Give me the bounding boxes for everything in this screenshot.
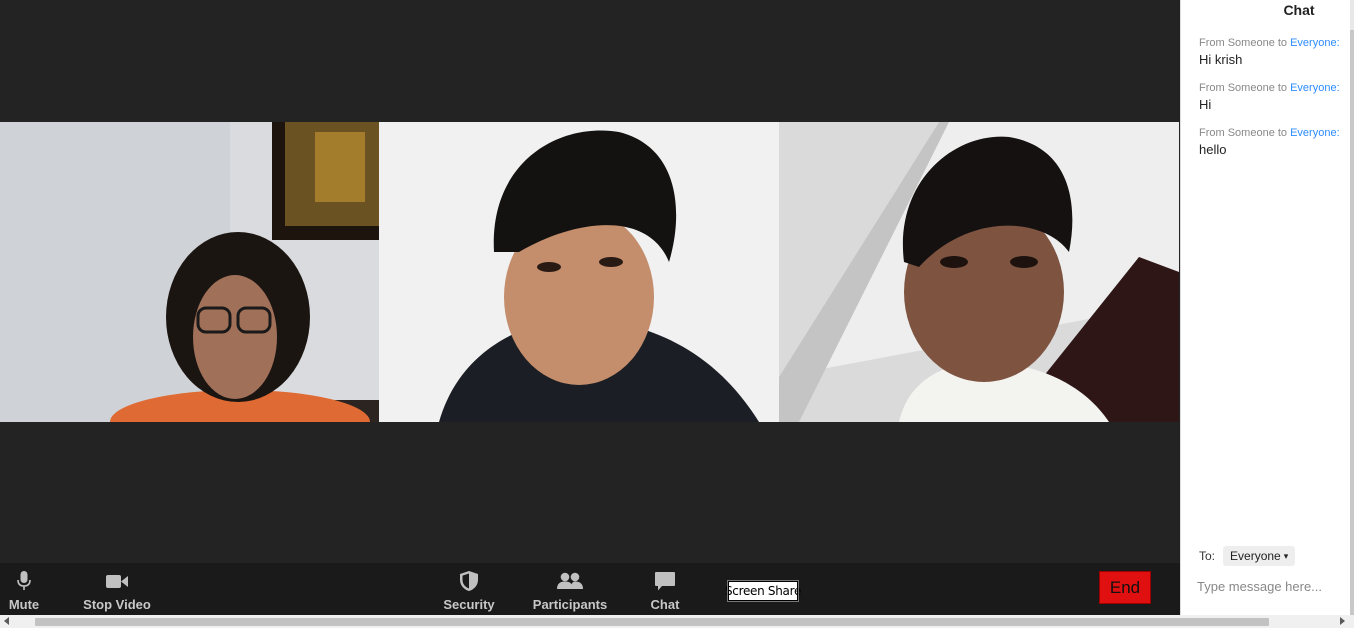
- screen-share-button[interactable]: Screen Share: [725, 580, 801, 602]
- chat-message-text: Hi krish: [1199, 52, 1243, 67]
- video-grid: [0, 122, 1179, 422]
- participant-video: [0, 122, 379, 422]
- chat-title: Chat: [1283, 2, 1315, 18]
- video-stage: [0, 0, 1180, 563]
- chat-message: From Someone to Everyone: Hi krish: [1199, 37, 1349, 67]
- vertical-scrollbar-thumb[interactable]: [1350, 30, 1354, 615]
- chat-button[interactable]: Chat: [645, 563, 685, 615]
- chat-message: From Someone to Everyone: hello: [1199, 127, 1349, 157]
- meeting-toolbar: Mute Stop Video Security Participants Ch…: [0, 563, 1180, 615]
- security-label: Security: [443, 597, 495, 612]
- chat-message-text: hello: [1199, 142, 1227, 157]
- mute-button[interactable]: Mute: [4, 563, 44, 615]
- horizontal-scrollbar[interactable]: [0, 615, 1354, 628]
- participant-video: [379, 122, 779, 422]
- video-camera-icon: [106, 570, 128, 592]
- chat-message-sender: From Someone to: [1199, 82, 1291, 94]
- recipient-row: To: Everyone ▾: [1199, 546, 1296, 566]
- mute-label: Mute: [8, 597, 40, 612]
- participants-button[interactable]: Participants: [532, 563, 608, 615]
- chat-message-meta: From Someone to Everyone:: [1199, 127, 1349, 139]
- participants-label: Participants: [532, 597, 608, 612]
- chat-message-recipient[interactable]: Everyone:: [1290, 37, 1340, 49]
- chat-message-text: Hi: [1199, 97, 1212, 112]
- participant-video: [779, 122, 1179, 422]
- chat-message-meta: From Someone to Everyone:: [1199, 82, 1349, 94]
- microphone-icon: [17, 570, 31, 592]
- stop-video-button[interactable]: Stop Video: [82, 563, 152, 615]
- chat-message-meta: From Someone to Everyone:: [1199, 37, 1349, 49]
- vertical-scrollbar[interactable]: [1350, 0, 1354, 615]
- end-meeting-button[interactable]: End: [1099, 571, 1151, 604]
- stop-video-label: Stop Video: [83, 597, 151, 612]
- video-tile-participant-2[interactable]: [379, 122, 779, 422]
- chevron-down-icon: ▾: [1283, 550, 1289, 561]
- chat-message-recipient[interactable]: Everyone:: [1290, 82, 1340, 94]
- scroll-left-arrow-icon[interactable]: [4, 617, 9, 625]
- video-tile-participant-3[interactable]: [779, 122, 1179, 422]
- video-tile-participant-1[interactable]: [0, 122, 379, 422]
- shield-icon: [460, 570, 478, 592]
- chat-panel: Chat From Someone to Everyone: Hi krish …: [1180, 0, 1354, 615]
- security-button[interactable]: Security: [442, 563, 496, 615]
- chat-message-input[interactable]: [1195, 574, 1349, 598]
- chat-bubble-icon: [655, 570, 675, 592]
- chat-message-recipient[interactable]: Everyone:: [1290, 127, 1340, 139]
- recipient-dropdown[interactable]: Everyone ▾: [1223, 546, 1296, 566]
- scrollbar-thumb[interactable]: [35, 618, 1269, 626]
- chat-message-sender: From Someone to: [1199, 37, 1291, 49]
- participants-icon: [557, 570, 583, 592]
- to-label: To:: [1199, 549, 1216, 563]
- recipient-value: Everyone: [1230, 549, 1281, 563]
- scroll-right-arrow-icon[interactable]: [1340, 617, 1345, 625]
- chat-message: From Someone to Everyone: Hi: [1199, 82, 1349, 112]
- chat-message-sender: From Someone to: [1199, 127, 1291, 139]
- chat-label: Chat: [650, 597, 680, 612]
